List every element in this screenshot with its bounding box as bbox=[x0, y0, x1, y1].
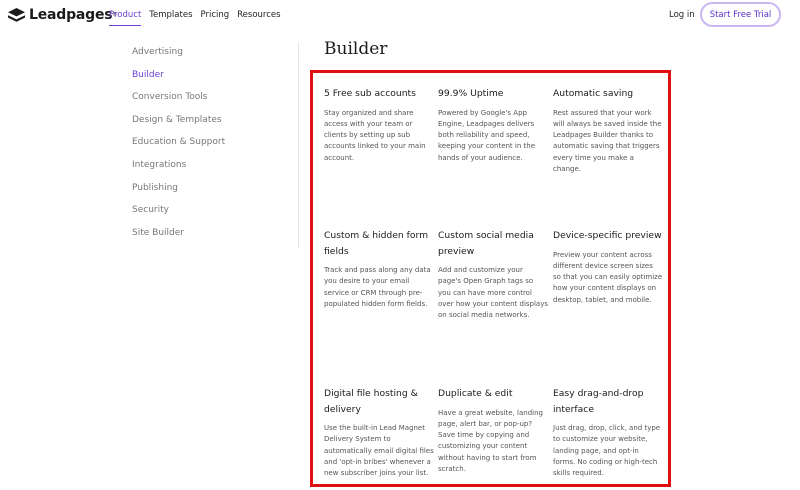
feature-title: Custom & hidden form fields bbox=[324, 230, 429, 257]
feature-title: Custom social media preview bbox=[438, 230, 534, 257]
feature-card: Custom social media preview Add and cust… bbox=[438, 228, 548, 321]
feature-description: Use the built-in Lead Magnet Delivery Sy… bbox=[324, 424, 434, 478]
feature-title: Digital file hosting & delivery bbox=[324, 388, 418, 415]
feature-card: Easy drag-and-drop interface Just drag, … bbox=[553, 386, 663, 479]
feature-title: Easy drag-and-drop interface bbox=[553, 388, 644, 415]
feature-card: Custom & hidden form fields Track and pa… bbox=[324, 228, 434, 310]
feature-description: Powered by Google's App Engine, Leadpage… bbox=[438, 108, 535, 162]
sidebar-item-advertising[interactable]: Advertising bbox=[132, 46, 225, 69]
feature-description: Have a great website, landing page, aler… bbox=[438, 408, 543, 473]
nav-product[interactable]: Product bbox=[109, 10, 142, 26]
sidebar-item-integrations[interactable]: Integrations bbox=[132, 159, 225, 182]
sidebar-item-security[interactable]: Security bbox=[132, 204, 225, 227]
feature-description: Track and pass along any data you desire… bbox=[324, 266, 431, 308]
feature-card: Automatic saving Rest assured that your … bbox=[553, 86, 663, 175]
feature-title: 99.9% Uptime bbox=[438, 88, 504, 99]
start-free-trial-button[interactable]: Start Free Trial bbox=[700, 2, 781, 27]
nav-resources[interactable]: Resources bbox=[237, 10, 280, 21]
feature-card: 99.9% Uptime Powered by Google's App Eng… bbox=[438, 86, 548, 164]
page-title: Builder bbox=[324, 39, 388, 59]
logo-text: Leadpages® bbox=[29, 7, 118, 23]
feature-card: Device-specific preview Preview your con… bbox=[553, 228, 663, 306]
feature-card: 5 Free sub accounts Stay organized and s… bbox=[324, 86, 434, 164]
leadpages-logo-icon bbox=[8, 8, 25, 22]
feature-title: Device-specific preview bbox=[553, 230, 662, 241]
feature-title: Duplicate & edit bbox=[438, 388, 513, 399]
sidebar-item-site-builder[interactable]: Site Builder bbox=[132, 227, 225, 250]
top-navigation: Leadpages® Product Templates Pricing Res… bbox=[0, 0, 800, 30]
sidebar-item-conversion-tools[interactable]: Conversion Tools bbox=[132, 91, 225, 114]
sidebar-item-builder[interactable]: Builder bbox=[132, 69, 225, 92]
feature-description: Stay organized and share access with you… bbox=[324, 108, 426, 162]
feature-description: Add and customize your page's Open Graph… bbox=[438, 266, 548, 320]
sidebar-item-publishing[interactable]: Publishing bbox=[132, 182, 225, 205]
feature-description: Just drag, drop, click, and type to cust… bbox=[553, 424, 661, 478]
nav-templates[interactable]: Templates bbox=[149, 10, 192, 21]
sidebar-divider bbox=[298, 42, 299, 248]
main-nav: Product Templates Pricing Resources bbox=[109, 10, 289, 26]
sidebar-item-education-support[interactable]: Education & Support bbox=[132, 136, 225, 159]
feature-card: Digital file hosting & delivery Use the … bbox=[324, 386, 434, 479]
sidebar: Advertising Builder Conversion Tools Des… bbox=[132, 46, 225, 249]
feature-card: Duplicate & edit Have a great website, l… bbox=[438, 386, 548, 475]
feature-title: Automatic saving bbox=[553, 88, 634, 99]
feature-description: Preview your content across different de… bbox=[553, 250, 663, 304]
feature-title: 5 Free sub accounts bbox=[324, 88, 416, 99]
login-link[interactable]: Log in bbox=[669, 10, 695, 21]
sidebar-item-design-templates[interactable]: Design & Templates bbox=[132, 114, 225, 137]
nav-pricing[interactable]: Pricing bbox=[201, 10, 230, 21]
logo[interactable]: Leadpages® bbox=[8, 6, 117, 24]
feature-description: Rest assured that your work will always … bbox=[553, 108, 662, 173]
